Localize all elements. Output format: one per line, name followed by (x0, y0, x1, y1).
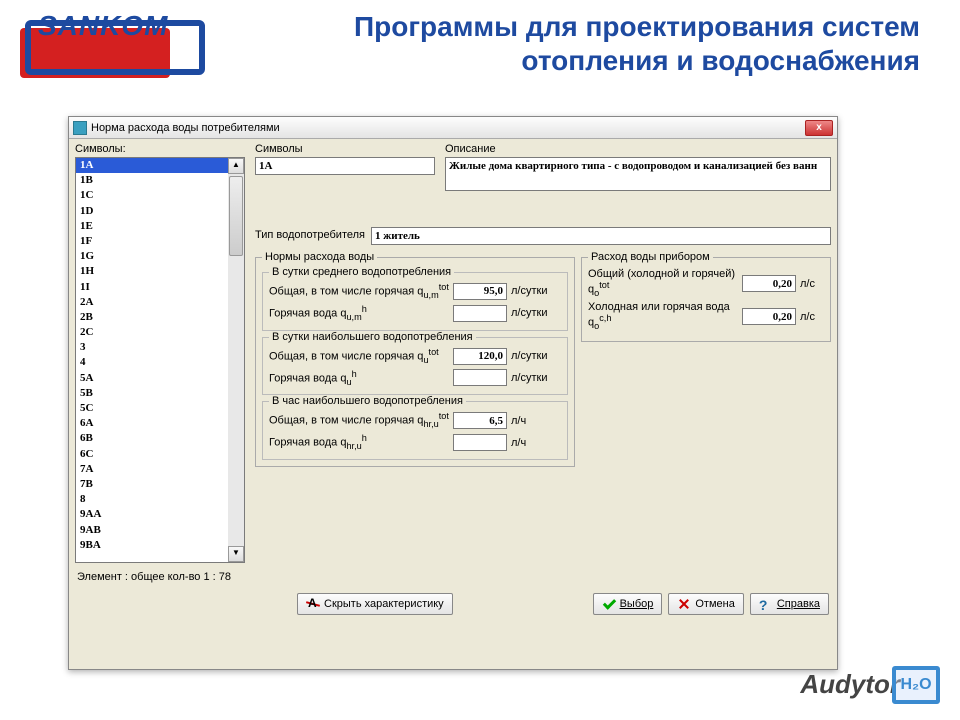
list-item[interactable]: 9AA (76, 507, 228, 522)
maxhour-hot-label: Горячая вода qhr,uh (269, 433, 449, 452)
avg-legend: В сутки среднего водопотребления (269, 266, 454, 278)
avg-day-subgroup: В сутки среднего водопотребления Общая, … (262, 272, 568, 331)
list-item[interactable]: 8 (76, 492, 228, 507)
maxhour-total-unit: л/ч (511, 415, 561, 427)
list-item[interactable]: 2C (76, 325, 228, 340)
consumer-type-input[interactable] (371, 227, 831, 245)
maxday-total-input[interactable] (453, 348, 507, 365)
list-item[interactable]: 7A (76, 462, 228, 477)
app-icon (73, 121, 87, 135)
description-field[interactable]: Жилые дома квартирного типа - с водопров… (445, 157, 831, 191)
vendor-logo: SANKOM (20, 10, 200, 80)
close-button[interactable]: x (805, 120, 833, 136)
list-item[interactable]: 1A (76, 158, 228, 173)
titlebar: Норма расхода воды потребителями x (69, 117, 837, 139)
list-item[interactable]: 1C (76, 188, 228, 203)
list-item[interactable]: 1I (76, 280, 228, 295)
maxday-total-unit: л/сутки (511, 350, 561, 362)
list-item[interactable]: 2A (76, 295, 228, 310)
device-cold-unit: л/с (800, 311, 824, 323)
help-button[interactable]: Справка (750, 593, 829, 615)
maxday-hot-label: Горячая вода quh (269, 369, 449, 388)
symbol-input[interactable] (255, 157, 435, 175)
avg-total-label: Общая, в том числе горячая qu,mtot (269, 282, 449, 301)
list-item[interactable]: 1E (76, 219, 228, 234)
check-icon (602, 597, 616, 611)
device-legend: Расход воды прибором (588, 251, 713, 263)
device-total-input[interactable] (742, 275, 796, 292)
maxday-hot-unit: л/сутки (511, 372, 561, 384)
maxhour-total-label: Общая, в том числе горячая qhr,utot (269, 411, 449, 430)
list-item[interactable]: 5C (76, 401, 228, 416)
water-norms-dialog: Норма расхода воды потребителями x Симво… (68, 116, 838, 670)
status-line: Элемент : общее кол-во 1 : 78 (75, 563, 831, 589)
device-cold-input[interactable] (742, 308, 796, 325)
avg-hot-unit: л/сутки (511, 307, 561, 319)
close-icon (677, 597, 691, 611)
list-item[interactable]: 9AB (76, 523, 228, 538)
symbols-label-left: Символы: (75, 143, 245, 155)
dialog-title: Норма расхода воды потребителями (91, 122, 280, 134)
device-total-unit: л/с (800, 278, 824, 290)
scroll-up-button[interactable]: ▲ (228, 158, 244, 174)
page-header: SANKOM Программы для проектирования сист… (0, 0, 960, 88)
norms-group: Нормы расхода воды В сутки среднего водо… (255, 257, 575, 467)
list-item[interactable]: 4 (76, 355, 228, 370)
maxhour-total-input[interactable] (453, 412, 507, 429)
device-total-label: Общий (холодной и горячей) qotot (588, 269, 738, 299)
list-item[interactable]: 1D (76, 204, 228, 219)
avg-hot-input[interactable] (453, 305, 507, 322)
hide-characteristic-button[interactable]: Скрыть характеристику (297, 593, 453, 615)
device-group: Расход воды прибором Общий (холодной и г… (581, 257, 831, 342)
list-item[interactable]: 6B (76, 431, 228, 446)
list-item[interactable]: 1B (76, 173, 228, 188)
max-hour-subgroup: В час наибольшего водопотребления Общая,… (262, 401, 568, 460)
watermark-text: Audytor (800, 669, 900, 700)
maxhour-legend: В час наибольшего водопотребления (269, 395, 466, 407)
maxhour-hot-input[interactable] (453, 434, 507, 451)
avg-total-input[interactable] (453, 283, 507, 300)
button-bar: Скрыть характеристику Выбор Отмена Справ… (75, 589, 831, 617)
max-day-subgroup: В сутки наибольшего водопотребления Обща… (262, 337, 568, 396)
maxday-hot-input[interactable] (453, 369, 507, 386)
description-label: Описание (445, 143, 831, 155)
device-cold-label: Холодная или горячая вода qoc,h (588, 302, 738, 332)
list-item[interactable]: 9BA (76, 538, 228, 553)
list-item[interactable]: 2B (76, 310, 228, 325)
list-item[interactable]: 1H (76, 264, 228, 279)
list-item[interactable]: 7B (76, 477, 228, 492)
norms-legend: Нормы расхода воды (262, 251, 377, 263)
scroll-down-button[interactable]: ▼ (228, 546, 244, 562)
choose-button[interactable]: Выбор (593, 593, 663, 615)
list-item[interactable]: 1F (76, 234, 228, 249)
list-item[interactable]: 6C (76, 447, 228, 462)
list-item[interactable]: 3 (76, 340, 228, 355)
maxday-total-label: Общая, в том числе горячая qutot (269, 347, 449, 366)
symbols-listbox[interactable]: 1A1B1C1D1E1F1G1H1I2A2B2C345A5B5C6A6B6C7A… (75, 157, 245, 563)
question-icon (759, 597, 773, 611)
maxday-legend: В сутки наибольшего водопотребления (269, 331, 476, 343)
maxhour-hot-unit: л/ч (511, 437, 561, 449)
list-scrollbar[interactable]: ▲ ▼ (228, 158, 244, 562)
avg-hot-label: Горячая вода qu,mh (269, 304, 449, 323)
page-title: Программы для проектирования систем отоп… (200, 10, 930, 78)
list-item[interactable]: 1G (76, 249, 228, 264)
cancel-button[interactable]: Отмена (668, 593, 743, 615)
list-item[interactable]: 5B (76, 386, 228, 401)
avg-total-unit: л/сутки (511, 285, 561, 297)
symbols-label-right: Символы (255, 143, 435, 155)
consumer-type-label: Тип водопотребителя (255, 229, 365, 241)
strike-icon (306, 597, 320, 611)
list-item[interactable]: 5A (76, 371, 228, 386)
scroll-thumb[interactable] (229, 176, 243, 256)
list-item[interactable]: 6A (76, 416, 228, 431)
h2o-logo (892, 666, 940, 704)
